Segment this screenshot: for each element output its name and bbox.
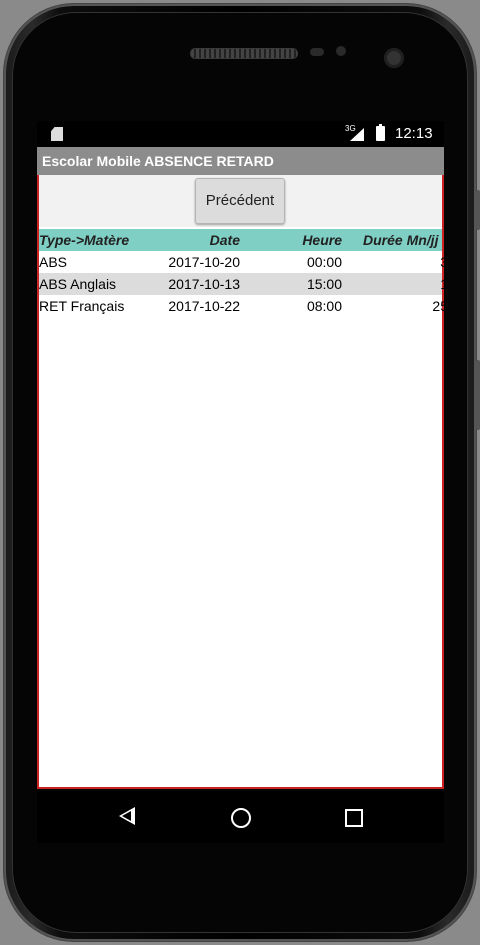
row-duration: 3 — [440, 254, 448, 270]
table-header-row: Type->Matère Date Heure Durée Mn/jj — [39, 229, 442, 251]
navigation-bar — [37, 791, 444, 843]
status-clock: 12:13 — [395, 125, 433, 142]
table-row[interactable]: RET Français 2017-10-22 08:00 25 — [39, 295, 448, 317]
table-row[interactable]: ABS Anglais 2017-10-13 15:00 1 — [39, 273, 448, 295]
signal-icon — [350, 128, 364, 141]
sd-card-icon — [51, 127, 63, 141]
proximity-sensor — [310, 48, 324, 56]
row-time: 00:00 — [306, 254, 342, 270]
absence-table: Type->Matère Date Heure Durée Mn/jj ABS … — [39, 229, 448, 317]
battery-icon — [376, 124, 385, 141]
front-camera — [384, 48, 404, 68]
header-duration: Durée Mn/jj — [363, 232, 439, 248]
toolbar: Précédent — [39, 175, 442, 227]
row-time: 08:00 — [306, 298, 342, 314]
row-duration: 1 — [440, 276, 448, 292]
previous-button[interactable]: Précédent — [195, 178, 285, 224]
row-time: 15:00 — [306, 276, 342, 292]
row-duration: 25 — [432, 298, 448, 314]
table-row[interactable]: ABS 2017-10-20 00:00 3 — [39, 251, 448, 273]
light-sensor — [336, 46, 346, 56]
row-type: ABS Anglais — [39, 276, 117, 292]
earpiece-speaker — [190, 48, 298, 59]
row-date: 2017-10-20 — [168, 254, 240, 270]
home-icon[interactable] — [231, 808, 251, 828]
header-time: Heure — [302, 232, 342, 248]
row-type: ABS — [39, 254, 68, 270]
row-date: 2017-10-22 — [168, 298, 240, 314]
back-icon[interactable] — [119, 807, 135, 825]
row-type: RET Français — [39, 298, 125, 314]
power-button[interactable] — [476, 360, 480, 430]
row-date: 2017-10-13 — [168, 276, 240, 292]
recent-apps-icon[interactable] — [345, 809, 363, 827]
app-title-bar: Escolar Mobile ABSENCE RETARD — [37, 147, 444, 175]
header-type: Type->Matère — [39, 232, 130, 248]
header-date: Date — [209, 232, 240, 248]
app-title: Escolar Mobile ABSENCE RETARD — [42, 153, 274, 169]
status-bar: 3G 12:13 — [37, 121, 444, 147]
volume-button[interactable] — [476, 190, 480, 230]
